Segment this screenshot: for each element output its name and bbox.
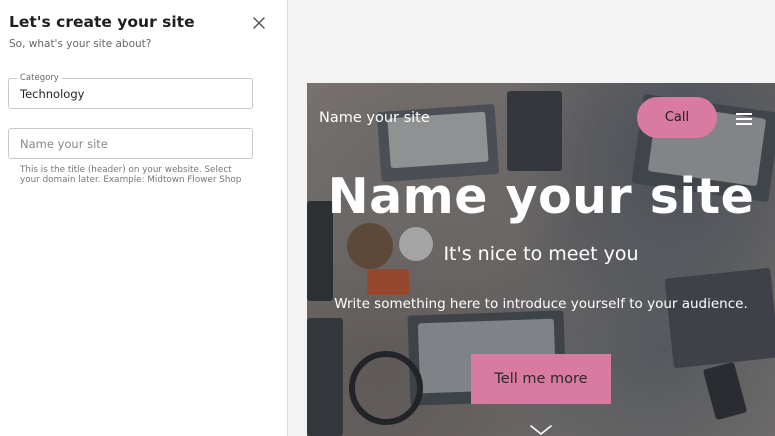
site-name-field[interactable] bbox=[8, 128, 253, 159]
preview-site-name[interactable]: Name your site bbox=[319, 110, 430, 126]
panel-title: Let's create your site bbox=[9, 13, 195, 31]
hero-subtitle: It's nice to meet you bbox=[443, 243, 639, 265]
close-button[interactable] bbox=[250, 14, 268, 32]
category-label: Category bbox=[17, 72, 62, 84]
panel-subtitle: So, what's your site about? bbox=[9, 38, 152, 50]
site-name-input[interactable] bbox=[9, 129, 252, 158]
hamburger-menu-icon[interactable] bbox=[736, 113, 752, 125]
site-preview: Name your site Call Name your site It's … bbox=[307, 83, 775, 436]
hero-intro-text: Write something here to introduce yourse… bbox=[334, 296, 748, 312]
category-field[interactable]: Category Technology bbox=[8, 72, 253, 109]
category-value: Technology bbox=[20, 87, 85, 101]
chevron-down-icon[interactable] bbox=[529, 421, 553, 436]
hero-title: Name your site bbox=[327, 168, 755, 225]
close-icon bbox=[253, 17, 265, 29]
site-name-helper-text: This is the title (header) on your websi… bbox=[20, 165, 242, 185]
tell-me-more-button[interactable]: Tell me more bbox=[471, 354, 611, 404]
site-setup-panel: Let's create your site So, what's your s… bbox=[0, 0, 288, 436]
call-button[interactable]: Call bbox=[637, 97, 717, 138]
